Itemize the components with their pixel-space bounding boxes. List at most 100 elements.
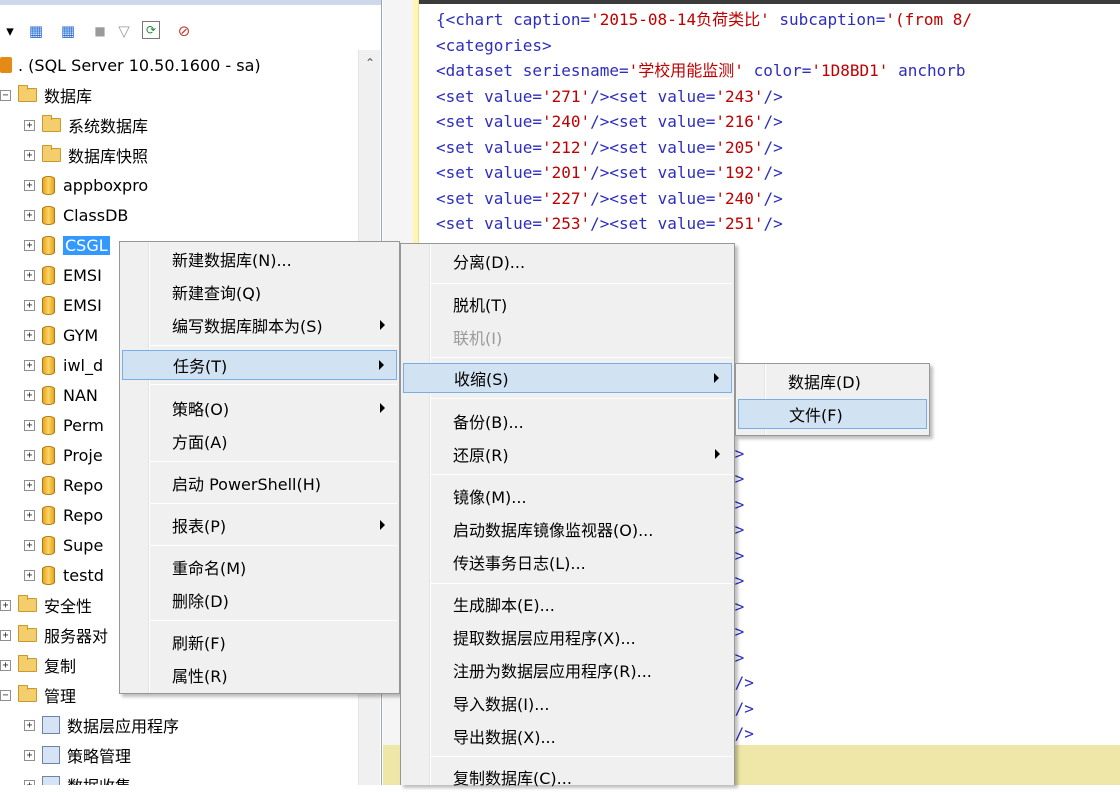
menu-restore[interactable]: 还原(R) <box>403 439 732 469</box>
tree-node[interactable]: + NAN <box>24 380 98 410</box>
expand-icon[interactable]: + <box>24 389 35 401</box>
menu-extract-dac-label: 提取数据层应用程序(X)... <box>453 629 636 648</box>
expand-icon[interactable]: + <box>24 569 35 581</box>
expand-icon[interactable]: + <box>24 359 35 371</box>
activity-monitor-icon[interactable]: ⊘ <box>174 21 194 41</box>
refresh-icon[interactable]: ⟳ <box>142 21 160 39</box>
tree-node[interactable]: − 数据库 <box>0 80 92 110</box>
tree-node[interactable]: + CSGL <box>24 230 110 260</box>
expand-icon[interactable]: + <box>24 239 35 251</box>
tree-node[interactable]: + 安全性 <box>0 590 92 620</box>
filter-icon[interactable]: ▽ <box>114 21 134 41</box>
tree-node[interactable]: + Perm <box>24 410 104 440</box>
collapse-icon[interactable]: − <box>0 89 11 101</box>
tree-node[interactable]: + 服务器对 <box>0 620 108 650</box>
tree-node[interactable]: + Proje <box>24 440 103 470</box>
stop-icon[interactable]: ■ <box>90 21 110 41</box>
code-token: <set value= <box>436 214 542 233</box>
connect-dropdown-icon[interactable]: ▾ <box>0 21 20 41</box>
expand-icon[interactable]: + <box>24 779 35 785</box>
tree-node[interactable]: + appboxpro <box>24 170 148 200</box>
expand-icon[interactable]: + <box>24 749 35 761</box>
menu-shrink[interactable]: 收缩(S) <box>403 363 732 393</box>
expand-icon[interactable]: + <box>24 539 35 551</box>
menu-take-offline[interactable]: 脱机(T) <box>403 289 732 319</box>
expand-icon[interactable]: + <box>24 149 35 161</box>
tree-node[interactable]: + 数据收集 <box>24 770 131 785</box>
tree-node[interactable]: + iwl_d <box>24 350 103 380</box>
menu-ship-transaction-logs[interactable]: 传送事务日志(L)... <box>403 547 732 577</box>
menu-rename[interactable]: 重命名(M) <box>122 552 397 582</box>
expand-icon[interactable]: + <box>24 329 35 341</box>
expand-icon[interactable]: + <box>24 509 35 521</box>
menu-tasks[interactable]: 任务(T) <box>122 350 397 380</box>
tree-node[interactable]: + 系统数据库 <box>24 110 148 140</box>
tree-node[interactable]: + Repo <box>24 470 103 500</box>
expand-icon[interactable]: + <box>24 269 35 281</box>
menu-launch-mirror-monitor[interactable]: 启动数据库镜像监视器(O)... <box>403 514 732 544</box>
menu-generate-scripts[interactable]: 生成脚本(E)... <box>403 589 732 619</box>
tree-node[interactable]: + 复制 <box>0 650 76 680</box>
connect-icon[interactable]: ▦ <box>26 21 46 41</box>
tree-node[interactable]: + Repo <box>24 500 103 530</box>
menu-import-data[interactable]: 导入数据(I)... <box>403 688 732 718</box>
menu-copy-database[interactable]: 复制数据库(C)... <box>403 762 732 792</box>
menu-properties[interactable]: 属性(R) <box>122 660 397 690</box>
expand-icon[interactable]: + <box>24 119 35 131</box>
menu-shrink-database[interactable]: 数据库(D) <box>738 366 927 396</box>
expand-icon[interactable]: + <box>0 629 11 641</box>
scroll-up-icon[interactable]: ⌃ <box>359 56 381 74</box>
menu-reports[interactable]: 报表(P) <box>122 510 397 540</box>
menu-extract-dac[interactable]: 提取数据层应用程序(X)... <box>403 622 732 652</box>
expand-icon[interactable]: + <box>24 179 35 191</box>
menu-policies[interactable]: 策略(O) <box>122 393 397 423</box>
expand-icon[interactable]: + <box>0 599 11 611</box>
submenu-arrow-icon <box>715 449 720 459</box>
tree-node[interactable]: + EMSI <box>24 290 102 320</box>
expand-icon[interactable]: + <box>24 449 35 461</box>
tree-node-label: iwl_d <box>63 355 104 375</box>
tree-node[interactable]: + 策略管理 <box>24 740 131 770</box>
menu-start-powershell[interactable]: 启动 PowerShell(H) <box>122 468 397 498</box>
submenu-arrow-icon <box>380 520 385 530</box>
menu-new-query[interactable]: 新建查询(Q) <box>122 277 397 307</box>
menu-export-data[interactable]: 导出数据(X)... <box>403 721 732 751</box>
menu-mirror[interactable]: 镜像(M)... <box>403 481 732 511</box>
collapse-icon[interactable]: − <box>0 689 11 701</box>
menu-delete[interactable]: 删除(D) <box>122 585 397 615</box>
menu-refresh[interactable]: 刷新(F) <box>122 627 397 657</box>
tree-node[interactable]: + 数据层应用程序 <box>24 710 179 740</box>
menu-new-database[interactable]: 新建数据库(N)... <box>122 244 397 274</box>
menu-facets[interactable]: 方面(A) <box>122 426 397 456</box>
expand-icon[interactable]: + <box>24 419 35 431</box>
expand-icon[interactable]: + <box>24 299 35 311</box>
menu-register-dac[interactable]: 注册为数据层应用程序(R)... <box>403 655 732 685</box>
expand-icon[interactable]: + <box>24 719 35 731</box>
tree-node[interactable]: + ClassDB <box>24 200 128 230</box>
expand-icon[interactable]: + <box>0 659 11 671</box>
menu-backup[interactable]: 备份(B)... <box>403 406 732 436</box>
menu-detach[interactable]: 分离(D)... <box>403 246 732 276</box>
tree-node[interactable]: + EMSI <box>24 260 102 290</box>
database-icon <box>42 385 55 405</box>
code-token: <set value= <box>436 112 542 131</box>
tree-node[interactable]: − 管理 <box>0 680 76 710</box>
expand-icon[interactable]: + <box>24 209 35 221</box>
tree-node[interactable]: + 数据库快照 <box>24 140 148 170</box>
code-token: /><set value= <box>590 86 716 106</box>
tree-node[interactable]: + Supe <box>24 530 103 560</box>
disconnect-icon[interactable]: ▦ <box>58 21 78 41</box>
server-node[interactable]: . (SQL Server 10.50.1600 - sa) <box>0 50 261 80</box>
code-token: /><set value= <box>590 112 716 131</box>
menu-script-database-as[interactable]: 编写数据库脚本为(S) <box>122 310 397 340</box>
submenu-arrow-icon <box>380 320 385 330</box>
expand-icon[interactable]: + <box>24 479 35 491</box>
code-string: '227' <box>541 188 591 208</box>
tree-node[interactable]: + GYM <box>24 320 98 350</box>
menu-bring-online: 联机(I) <box>403 322 732 352</box>
code-string: '2015-08-14负荷类比' <box>590 10 770 29</box>
menu-shrink-files[interactable]: 文件(F) <box>738 399 927 429</box>
tree-node-label: CSGL <box>63 235 110 255</box>
tree-node[interactable]: + testd <box>24 560 104 590</box>
folder-icon <box>18 685 37 702</box>
